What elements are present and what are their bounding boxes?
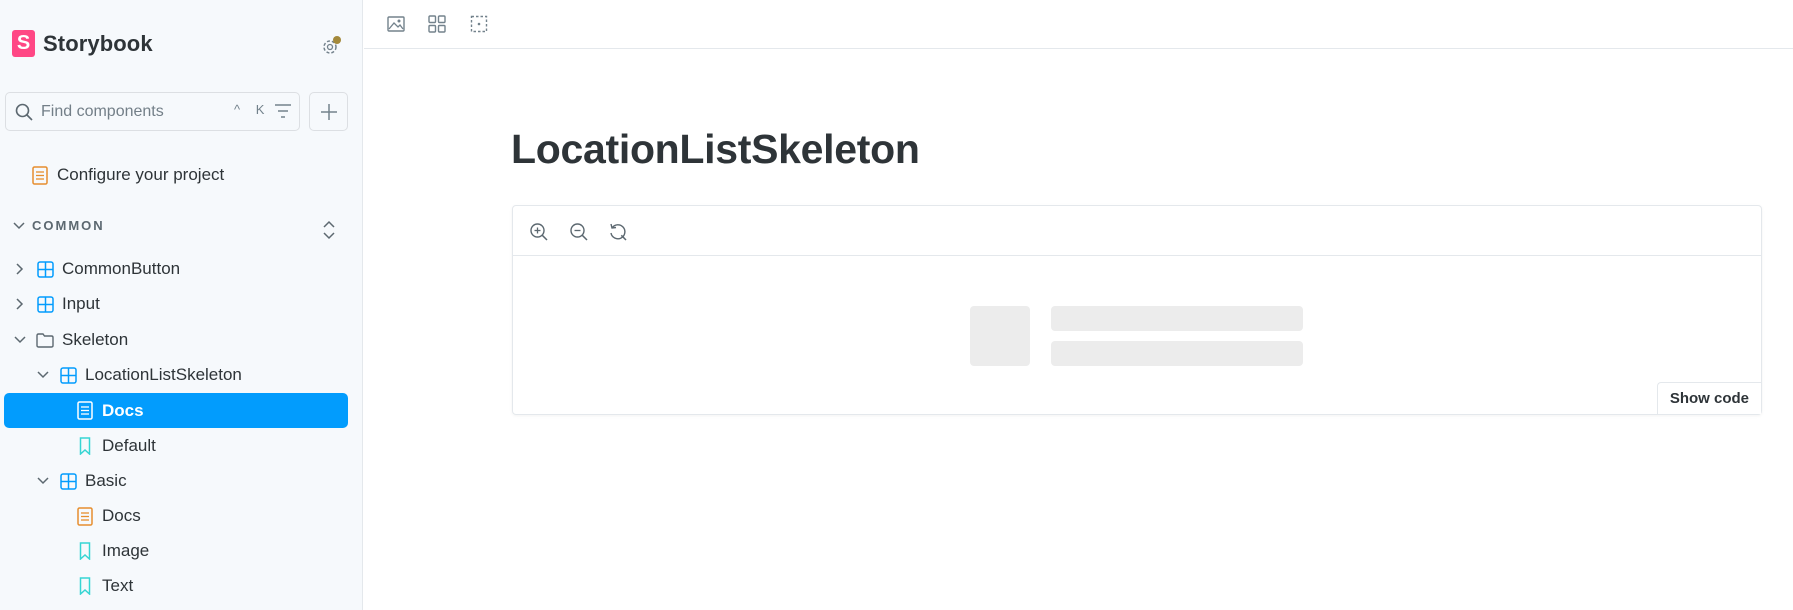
chevron-down-icon <box>36 371 50 379</box>
zoom-out-icon[interactable] <box>569 222 589 242</box>
image-icon[interactable] <box>386 14 406 34</box>
storybook-logo-icon: S <box>12 30 35 57</box>
sidebar-item-label: Configure your project <box>57 165 225 184</box>
tree-item-label: Text <box>102 576 134 595</box>
canvas-toolbar <box>513 206 1761 256</box>
tree-item-skeleton[interactable]: Skeleton <box>13 325 128 355</box>
chevron-right-icon <box>13 298 27 310</box>
gear-icon <box>323 36 341 54</box>
tree-item-commonbutton[interactable]: CommonButton <box>13 254 180 284</box>
tree-item-label: Skeleton <box>62 330 129 349</box>
tree-item-label: Default <box>102 436 156 455</box>
search-input[interactable] <box>41 101 221 123</box>
tree-item-image[interactable]: Image <box>76 536 149 566</box>
bookmark-icon <box>76 577 94 595</box>
component-icon <box>36 295 54 313</box>
bookmark-icon <box>76 542 94 560</box>
chevron-right-icon <box>13 263 27 275</box>
tree-item-docs-selected[interactable]: Docs <box>4 393 348 428</box>
show-code-button[interactable]: Show code <box>1656 382 1761 414</box>
settings-button[interactable] <box>318 33 344 59</box>
document-icon <box>31 165 49 185</box>
chevron-up-down-icon <box>323 220 335 240</box>
tree-item-locationlistskeleton[interactable]: LocationListSkeleton <box>36 360 242 390</box>
tree-item-label: Image <box>102 541 150 560</box>
tree-item-default[interactable]: Default <box>76 431 156 461</box>
tree-item-docs[interactable]: Docs <box>76 501 141 531</box>
tree-item-input[interactable]: Input <box>13 289 100 319</box>
component-icon <box>36 260 54 278</box>
skeleton-line-subtitle <box>1051 341 1303 366</box>
chevron-down-icon <box>13 336 27 344</box>
tree-item-label: CommonButton <box>62 259 181 278</box>
sidebar-item-configure[interactable]: Configure your project <box>31 160 224 190</box>
component-icon <box>59 366 77 384</box>
search-box[interactable]: ^ K <box>5 92 300 131</box>
folder-icon <box>36 332 54 348</box>
chevron-down-icon <box>36 477 50 485</box>
skeleton-avatar <box>970 306 1030 366</box>
plus-icon <box>320 103 337 120</box>
component-icon <box>59 472 77 490</box>
zoom-in-icon[interactable] <box>529 222 549 242</box>
bookmark-icon <box>76 437 94 455</box>
tree-item-label: Docs <box>102 506 141 525</box>
filter-icon[interactable] <box>274 103 292 119</box>
tree-item-label: Input <box>62 294 100 313</box>
expand-collapse-all-button[interactable] <box>322 220 336 245</box>
preview-toolbar <box>364 0 1793 49</box>
add-button[interactable] <box>309 92 348 131</box>
tree-item-text[interactable]: Text <box>76 571 133 601</box>
outline-icon[interactable] <box>469 14 489 34</box>
page-title: LocationListSkeleton <box>511 126 920 172</box>
tree-item-label: Basic <box>85 471 127 490</box>
search-shortcut: ^ K <box>234 102 271 117</box>
story-canvas: Show code <box>512 205 1762 415</box>
skeleton-line-title <box>1051 306 1303 331</box>
search-icon <box>15 103 33 121</box>
chevron-down-icon <box>13 221 25 229</box>
reset-zoom-icon[interactable] <box>608 222 628 242</box>
section-header-common[interactable]: COMMON <box>13 218 105 233</box>
brand-name: Storybook <box>43 30 153 56</box>
sidebar: S Storybook ^ K Configure y <box>0 0 363 610</box>
section-label: COMMON <box>32 218 105 233</box>
tree-item-label: LocationListSkeleton <box>85 365 242 384</box>
document-icon <box>76 506 94 526</box>
tree-item-basic[interactable]: Basic <box>36 466 127 496</box>
document-icon <box>76 401 94 420</box>
brand[interactable]: S Storybook <box>12 30 153 57</box>
grid-icon[interactable] <box>427 14 447 34</box>
tree-item-label: Docs <box>102 400 144 420</box>
